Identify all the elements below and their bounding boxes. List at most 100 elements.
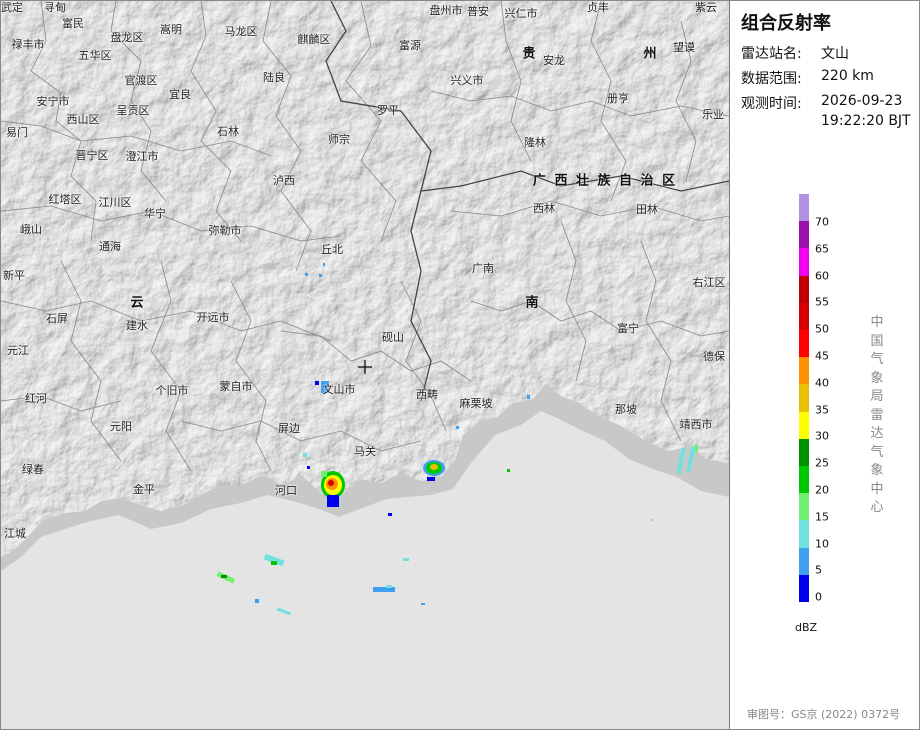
- place-label: 乐业: [702, 108, 724, 121]
- place-label: 西山区: [66, 113, 100, 126]
- place-label: 广南: [472, 262, 494, 275]
- region-label: 广 西 壮 族 自 治 区: [532, 173, 678, 189]
- place-label: 官渡区: [124, 74, 158, 87]
- radar-figure: 武定 寻甸 富民 嵩明 马龙区 盘龙区 禄丰市 五华区 麒麟区 富源 盘州市 普安 兴仁市 贞丰 紫云 安龙 望…: [0, 0, 920, 730]
- legend-tick-label: 15: [815, 510, 829, 524]
- place-label: 新平: [3, 269, 25, 282]
- time-label: 观测时间:: [741, 96, 802, 112]
- place-label: 蒙自市: [219, 380, 253, 393]
- legend-swatch: [799, 520, 809, 549]
- legend-tick-label: 70: [815, 215, 829, 229]
- legend-tick-label: 5: [815, 563, 822, 577]
- place-label: 麻栗坡: [459, 397, 493, 410]
- place-label: 呈贡区: [116, 104, 150, 117]
- legend-tick-label: 25: [815, 456, 829, 470]
- place-label: 隆林: [524, 136, 546, 149]
- place-label: 通海: [99, 240, 121, 253]
- region-label: 贵: [522, 46, 538, 62]
- place-label: 元江: [7, 344, 29, 357]
- legend-tick-label: 65: [815, 242, 829, 256]
- place-label: 金平: [133, 483, 155, 496]
- product-title: 组合反射率: [741, 13, 831, 34]
- station-row: 雷达站名: 文山: [741, 43, 849, 63]
- color-legend: [799, 194, 809, 603]
- legend-tick-label: 40: [815, 376, 829, 390]
- place-label: 江川区: [98, 196, 132, 209]
- echo-cluster-malipo: [423, 460, 445, 481]
- place-label: 富源: [399, 39, 421, 52]
- legend-swatch: [799, 302, 809, 331]
- legend-swatch: [799, 384, 809, 413]
- station-label: 雷达站名:: [741, 46, 802, 62]
- place-label: 寻甸: [44, 1, 66, 14]
- place-label: 红河: [25, 392, 47, 405]
- radar-map[interactable]: 武定 寻甸 富民 嵩明 马龙区 盘龙区 禄丰市 五华区 麒麟区 富源 盘州市 普安 兴仁市 贞丰 紫云 安龙 望…: [1, 1, 730, 729]
- echo-small-cells: [216, 263, 653, 616]
- place-label: 个旧市: [155, 384, 189, 397]
- radar-echo-layer: [216, 263, 698, 616]
- radar-site-crosshair: [358, 360, 372, 374]
- place-label: 元阳: [110, 420, 132, 433]
- place-label: 右江区: [692, 276, 726, 289]
- legend-tick-label: 55: [815, 295, 829, 309]
- echo-cluster-jingxi: [676, 444, 698, 475]
- place-label: 西林: [533, 202, 555, 215]
- place-label: 马关: [354, 445, 376, 458]
- place-label: 文山市: [322, 383, 356, 396]
- legend-swatch: [799, 330, 809, 358]
- place-label: 兴仁市: [504, 7, 538, 20]
- region-label: 云: [130, 295, 146, 311]
- place-label: 五华区: [78, 49, 112, 62]
- place-label: 马龙区: [224, 25, 258, 38]
- place-label: 武定: [1, 1, 23, 14]
- map-approval-number: 审图号：GS京 (2022) 0372号: [747, 708, 901, 721]
- legend-unit: dBZ: [795, 621, 818, 634]
- legend-tick-label: 50: [815, 322, 829, 336]
- place-label: 西畴: [416, 388, 438, 401]
- range-value: 220 km: [821, 68, 874, 84]
- time-date: 2026-09-23: [821, 93, 903, 109]
- place-label: 华宁: [144, 207, 166, 220]
- place-label: 红塔区: [48, 193, 82, 206]
- legend-swatch: [799, 574, 809, 603]
- organization-label: 中国气象局雷达气象中心: [870, 315, 884, 515]
- info-panel: 组合反射率 雷达站名: 文山 数据范围: 220 km 观测时间: 2026-0…: [731, 1, 919, 729]
- place-label: 册亨: [607, 92, 629, 105]
- place-label: 石屏: [46, 312, 68, 325]
- place-label: 禄丰市: [11, 38, 45, 51]
- place-label: 砚山: [382, 331, 404, 344]
- station-value: 文山: [821, 46, 849, 62]
- legend-tick-label: 0: [815, 590, 822, 604]
- place-label: 盘州市: [429, 4, 463, 17]
- place-label: 望谟: [673, 41, 695, 54]
- place-label: 峨山: [20, 223, 42, 236]
- place-label: 陆良: [263, 71, 285, 84]
- place-label: 澄江市: [125, 150, 159, 163]
- place-label: 普安: [467, 5, 489, 18]
- place-label: 晋宁区: [75, 149, 109, 162]
- region-label: 州: [643, 46, 659, 62]
- place-label: 田林: [636, 203, 658, 216]
- place-label: 贞丰: [587, 1, 609, 14]
- place-label: 宜良: [169, 88, 191, 101]
- place-label: 开远市: [196, 311, 230, 324]
- place-label: 麒麟区: [297, 33, 331, 46]
- legend-swatch: [799, 221, 809, 249]
- legend-swatch: [799, 438, 809, 467]
- echo-cluster-hekou: [321, 471, 345, 507]
- place-label: 屏边: [278, 422, 300, 435]
- place-label: 盘龙区: [110, 31, 144, 44]
- place-label: 江城: [4, 527, 26, 540]
- legend-tick-label: 10: [815, 537, 829, 551]
- legend-swatch: [799, 411, 809, 440]
- legend-swatch: [799, 248, 809, 277]
- place-label: 兴义市: [450, 74, 484, 87]
- place-label: 安宁市: [36, 95, 70, 108]
- legend-tick-label: 60: [815, 269, 829, 283]
- legend-swatch: [799, 275, 809, 304]
- place-label: 紫云: [695, 1, 717, 14]
- legend-tick-label: 35: [815, 403, 829, 417]
- legend-swatch: [799, 493, 809, 521]
- place-label: 师宗: [328, 133, 350, 146]
- region-label: 南: [525, 295, 541, 311]
